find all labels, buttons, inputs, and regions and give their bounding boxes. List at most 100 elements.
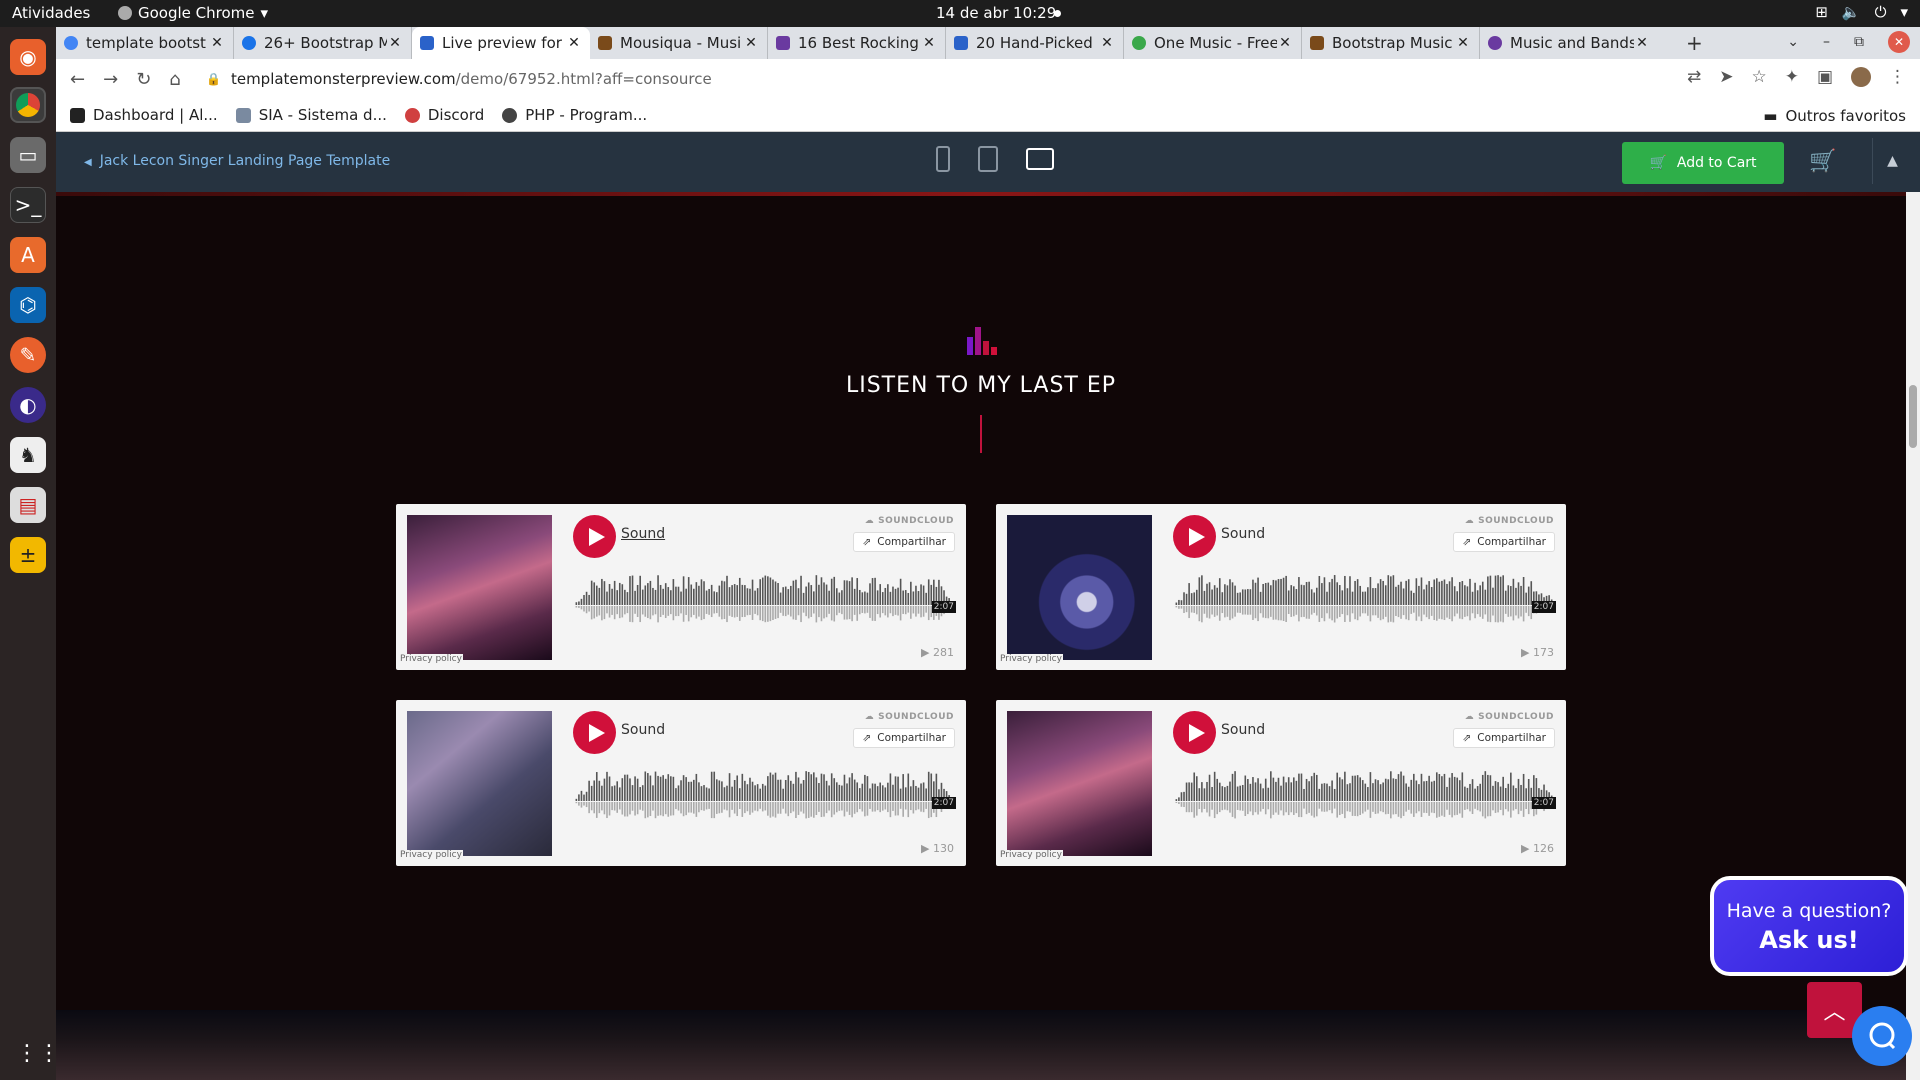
waveform-reflection [846, 606, 848, 620]
close-icon[interactable]: ✕ [921, 35, 937, 51]
privacy-link[interactable]: Privacy policy [399, 850, 463, 860]
close-icon[interactable]: ✕ [387, 35, 403, 51]
bookmark[interactable]: Discord [404, 106, 484, 124]
app-menu[interactable]: Google Chrome ▾ [118, 4, 268, 22]
address-bar[interactable]: 🔒 templatemonsterpreview.com/demo/67952.h… [186, 63, 1746, 95]
collapse-bar-button[interactable]: ▲ [1872, 138, 1912, 184]
star-icon[interactable]: ☆ [1751, 67, 1766, 87]
track-title[interactable]: Sound [621, 722, 665, 738]
track-title[interactable]: Sound [1221, 526, 1265, 542]
menu-icon[interactable]: ⋮ [1889, 67, 1906, 87]
soundcloud-logo[interactable]: ☁ SOUNDCLOUD [865, 516, 954, 526]
extensions-icon[interactable]: ✦ [1785, 67, 1799, 87]
tab[interactable]: Bootstrap Music ✕ [1302, 27, 1480, 59]
cart-icon[interactable]: 🛒 [1809, 149, 1836, 174]
play-button[interactable] [1173, 515, 1216, 558]
chrome-dock-icon[interactable] [10, 87, 46, 123]
eclipse-icon[interactable]: ◐ [10, 387, 46, 423]
close-icon[interactable]: ✕ [1634, 35, 1650, 51]
waveform-reflection [675, 606, 677, 617]
bookmark[interactable]: SIA - Sistema d... [235, 106, 387, 124]
avatar[interactable] [1851, 67, 1871, 87]
mobile-view-icon[interactable] [936, 146, 950, 172]
soundcloud-player[interactable]: Privacy policy Sound ☁ SOUNDCLOUD ⇗ Compar… [396, 700, 966, 866]
close-icon[interactable]: ✕ [1099, 35, 1115, 51]
back-icon[interactable]: ← [70, 69, 85, 90]
forward-icon[interactable]: → [103, 69, 118, 90]
home-icon[interactable]: ⌂ [169, 69, 180, 90]
restore-icon[interactable]: ⧉ [1854, 34, 1864, 50]
privacy-link[interactable]: Privacy policy [999, 654, 1063, 664]
waveform-bar [578, 794, 580, 801]
firefox-icon[interactable]: ◉ [10, 39, 46, 75]
reload-icon[interactable]: ↻ [136, 69, 151, 90]
activities-button[interactable]: Atividades [12, 4, 90, 22]
add-to-cart-button[interactable]: 🛒 Add to Cart [1622, 142, 1784, 184]
waveform[interactable] [573, 567, 956, 633]
bookmark[interactable]: PHP - Program... [502, 106, 647, 124]
waveform[interactable] [573, 763, 956, 829]
play-button[interactable] [573, 515, 616, 558]
window-close-icon[interactable]: ✕ [1888, 31, 1910, 53]
waveform-reflection [695, 802, 698, 817]
clock[interactable]: 14 de abr 10:29 [936, 4, 1056, 22]
soundcloud-player[interactable]: Privacy policy Sound ☁ SOUNDCLOUD ⇗ Compar… [996, 700, 1566, 866]
screenshot-icon[interactable]: ▤ [10, 487, 46, 523]
files-icon[interactable]: ▭ [10, 137, 46, 173]
minimize-icon[interactable]: – [1823, 34, 1830, 50]
software-center-icon[interactable]: A [10, 237, 46, 273]
share-button[interactable]: ⇗ Compartilhar [853, 728, 955, 748]
calculator-icon[interactable]: ± [10, 537, 46, 573]
translate-icon[interactable]: ⇄ [1687, 67, 1701, 87]
other-bookmarks[interactable]: ▬ Outros favoritos [1763, 107, 1906, 125]
share-button[interactable]: ⇗ Compartilhar [853, 532, 955, 552]
system-tray[interactable]: ⊞ 🔈 ⏻ ▾ [1815, 3, 1908, 21]
desktop-view-icon[interactable] [1026, 148, 1054, 170]
waveform-bar [1175, 602, 1178, 605]
privacy-link[interactable]: Privacy policy [999, 850, 1063, 860]
close-icon[interactable]: ✕ [566, 35, 582, 51]
privacy-link[interactable]: Privacy policy [399, 654, 463, 664]
soundcloud-player[interactable]: Privacy policy Sound ☁ SOUNDCLOUD ⇗ Compar… [996, 504, 1566, 670]
waveform-bar [1372, 783, 1374, 801]
share-button[interactable]: ⇗ Compartilhar [1453, 728, 1555, 748]
scrollbar-thumb[interactable] [1909, 385, 1917, 448]
tab[interactable]: 26+ Bootstrap M ✕ [234, 27, 412, 59]
track-title[interactable]: Sound [1221, 722, 1265, 738]
chat-prompt[interactable]: Have a question? Ask us! [1710, 876, 1908, 976]
track-title[interactable]: Sound [621, 526, 665, 542]
tab-search-icon[interactable]: ⌄ [1787, 34, 1799, 50]
tab[interactable]: Mousiqua - Musi ✕ [590, 27, 768, 59]
terminal-icon[interactable]: >_ [10, 187, 46, 223]
tab[interactable]: Music and Bands ✕ [1480, 27, 1658, 59]
share-button[interactable]: ⇗ Compartilhar [1453, 532, 1555, 552]
close-icon[interactable]: ✕ [743, 35, 759, 51]
soundcloud-player[interactable]: Privacy policy Sound ☁ SOUNDCLOUD ⇗ Compar… [396, 504, 966, 670]
soundcloud-logo[interactable]: ☁ SOUNDCLOUD [865, 712, 954, 722]
postman-icon[interactable]: ✎ [10, 337, 46, 373]
vscode-icon[interactable]: ⌬ [10, 287, 46, 323]
chat-launcher-button[interactable] [1852, 1006, 1912, 1066]
tab[interactable]: 16 Best Rocking ✕ [768, 27, 946, 59]
waveform[interactable] [1173, 763, 1556, 829]
close-icon[interactable]: ✕ [1277, 35, 1293, 51]
tab[interactable]: 20 Hand-Picked L ✕ [946, 27, 1124, 59]
send-icon[interactable]: ➤ [1719, 67, 1733, 87]
tab[interactable]: One Music - Free ✕ [1124, 27, 1302, 59]
play-button[interactable] [1173, 711, 1216, 754]
tablet-view-icon[interactable] [978, 146, 998, 172]
waveform[interactable] [1173, 567, 1556, 633]
tab[interactable]: template bootst ✕ [56, 27, 234, 59]
new-tab-button[interactable]: + [1686, 31, 1703, 55]
bookmark[interactable]: Dashboard | Al... [70, 106, 218, 124]
close-icon[interactable]: ✕ [209, 35, 225, 51]
soundcloud-logo[interactable]: ☁ SOUNDCLOUD [1465, 712, 1554, 722]
back-to-template-link[interactable]: ◀ Jack Lecon Singer Landing Page Template [84, 153, 390, 169]
tab-active[interactable]: Live preview for ✕ [412, 27, 590, 59]
scrollbar[interactable] [1906, 192, 1920, 1080]
close-icon[interactable]: ✕ [1455, 35, 1471, 51]
sidepanel-icon[interactable]: ▣ [1817, 67, 1833, 87]
soundcloud-logo[interactable]: ☁ SOUNDCLOUD [1465, 516, 1554, 526]
play-button[interactable] [573, 711, 616, 754]
app-icon[interactable]: ♞ [10, 437, 46, 473]
